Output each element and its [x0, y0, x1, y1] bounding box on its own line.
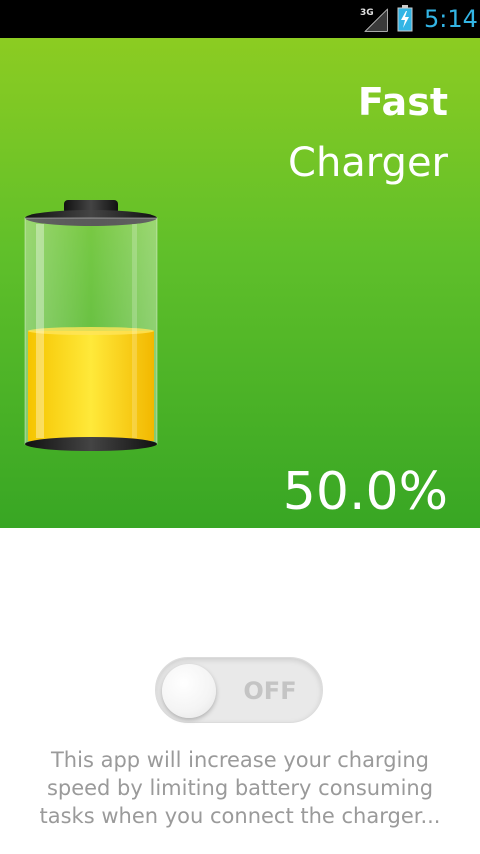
status-time: 5:14 [424, 5, 478, 33]
app-title-fast: Fast [357, 80, 448, 124]
network-type-label: 3G [360, 8, 374, 18]
charger-toggle-switch[interactable]: OFF [155, 657, 323, 723]
status-bar: 3G 5:14 [0, 0, 480, 38]
battery-level-icon [24, 200, 158, 451]
signal-icon: 3G [360, 8, 388, 32]
toggle-knob[interactable] [162, 664, 216, 718]
app-description: This app will increase your charging spe… [39, 748, 441, 828]
hero-panel: Fast Charger 50.0% [0, 38, 480, 528]
battery-percentage: 50.0% [282, 462, 448, 522]
battery-charging-icon [397, 5, 413, 32]
app-title-charger: Charger [288, 140, 448, 186]
toggle-state-label: OFF [243, 677, 297, 705]
